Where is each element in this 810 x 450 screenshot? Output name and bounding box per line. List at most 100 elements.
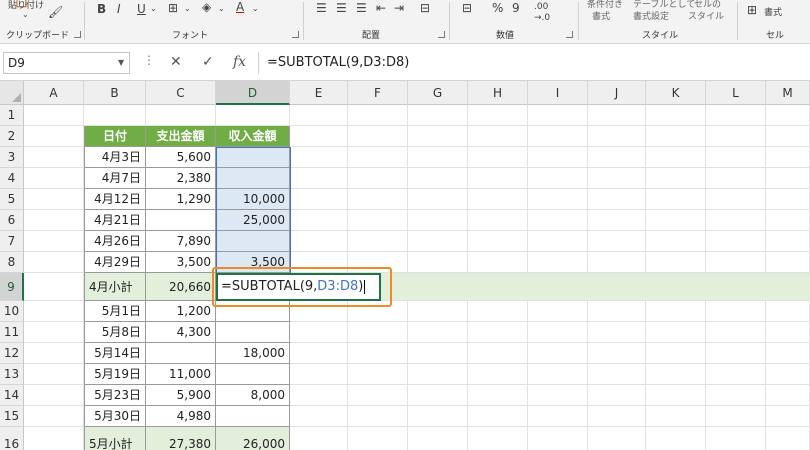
grid-cell[interactable] <box>348 231 408 252</box>
grid-cell[interactable] <box>646 126 706 147</box>
grid-cell[interactable] <box>766 427 810 450</box>
grid-cell[interactable] <box>766 385 810 406</box>
row-header-10[interactable]: 10 <box>0 301 24 322</box>
table-cell[interactable]: 5月1日 <box>84 301 146 322</box>
table-header-cell[interactable]: 支出金額 <box>146 126 216 147</box>
grid-cell[interactable] <box>468 168 528 189</box>
underline-button[interactable]: U <box>137 2 146 16</box>
grid-cell[interactable] <box>468 189 528 210</box>
grid-cell[interactable] <box>706 406 766 427</box>
indent-decrease-icon[interactable]: ⇤ <box>376 1 386 15</box>
grid-cell[interactable] <box>348 322 408 343</box>
currency-icon[interactable]: ⊟ <box>462 1 472 15</box>
grid-cell[interactable] <box>468 147 528 168</box>
table-cell[interactable] <box>146 343 216 364</box>
grid-cell[interactable] <box>290 406 348 427</box>
grid-cell[interactable] <box>290 427 348 450</box>
grid-cell[interactable] <box>706 343 766 364</box>
grid-cell[interactable] <box>588 252 646 273</box>
grid-cell[interactable] <box>24 343 84 364</box>
grid-cell[interactable] <box>766 126 810 147</box>
grid-cell[interactable] <box>528 231 588 252</box>
cancel-button[interactable]: ✕ <box>170 54 182 70</box>
cell-styles-button-line2[interactable]: スタイル <box>688 9 724 22</box>
clipboard-launcher-icon[interactable] <box>74 31 81 38</box>
table-cell[interactable]: 10,000 <box>216 189 290 210</box>
grid-cell[interactable] <box>588 189 646 210</box>
grid-cell[interactable] <box>766 252 810 273</box>
row-header-3[interactable]: 3 <box>0 147 24 168</box>
grid-cell[interactable] <box>408 343 468 364</box>
table-header-cell[interactable]: 収入金額 <box>216 126 290 147</box>
grid-cell[interactable] <box>766 210 810 231</box>
table-cell[interactable]: 3,500 <box>216 252 290 273</box>
grid-cell[interactable] <box>468 385 528 406</box>
grid-cell[interactable] <box>24 427 84 450</box>
grid-cell[interactable] <box>706 301 766 322</box>
grid-cell[interactable] <box>290 364 348 385</box>
grid-cell[interactable] <box>528 427 588 450</box>
grid-cell[interactable] <box>646 385 706 406</box>
grid-cell[interactable] <box>468 406 528 427</box>
grid-cell[interactable] <box>290 210 348 231</box>
grid-cell[interactable] <box>588 301 646 322</box>
table-cell[interactable]: 5,600 <box>146 147 216 168</box>
worksheet-grid[interactable]: ABCDEFGHIJKLM 12345678910111213141516 日付… <box>0 81 810 450</box>
grid-cell[interactable] <box>528 168 588 189</box>
row-header-8[interactable]: 8 <box>0 252 24 273</box>
grid-cell[interactable] <box>24 385 84 406</box>
grid-cell[interactable] <box>290 105 348 126</box>
chevron-down-icon[interactable]: ⌄ <box>150 2 157 16</box>
grid-cell[interactable] <box>348 301 408 322</box>
chevron-down-icon[interactable]: ⌄ <box>22 8 29 22</box>
table-cell[interactable]: 5月8日 <box>84 322 146 343</box>
grid-cell[interactable] <box>766 147 810 168</box>
grid-cell[interactable] <box>468 301 528 322</box>
grid-cell[interactable] <box>646 406 706 427</box>
alignment-launcher-icon[interactable] <box>438 31 445 38</box>
grid-cell[interactable] <box>348 147 408 168</box>
grid-cell[interactable] <box>468 364 528 385</box>
grid-cell[interactable] <box>528 126 588 147</box>
border-icon[interactable]: ⊞ <box>168 1 178 15</box>
grid-cell[interactable] <box>348 168 408 189</box>
grid-cell[interactable] <box>290 126 348 147</box>
italic-button[interactable]: I <box>117 2 121 16</box>
column-header-g[interactable]: G <box>408 81 468 105</box>
table-header-cell[interactable]: 日付 <box>84 126 146 147</box>
chevron-down-icon[interactable]: ⌄ <box>218 2 225 16</box>
grid-cell[interactable] <box>348 189 408 210</box>
more-options-icon[interactable]: ⋮ <box>143 53 155 67</box>
grid-cell[interactable] <box>24 105 84 126</box>
grid-cell[interactable] <box>348 105 408 126</box>
increase-decimal-button[interactable]: .00 <box>534 2 548 12</box>
grid-cell[interactable] <box>408 252 468 273</box>
table-cell[interactable]: 5月23日 <box>84 385 146 406</box>
grid-cell[interactable] <box>766 343 810 364</box>
row-header-16[interactable]: 16 <box>0 427 24 450</box>
grid-cell[interactable] <box>706 322 766 343</box>
grid-cell[interactable] <box>468 322 528 343</box>
grid-cell[interactable] <box>468 105 528 126</box>
enter-button[interactable]: ✓ <box>202 54 214 70</box>
grid-cell[interactable] <box>24 126 84 147</box>
table-cell[interactable]: 4月3日 <box>84 147 146 168</box>
column-header-m[interactable]: M <box>766 81 810 105</box>
grid-cell[interactable] <box>408 322 468 343</box>
grid-cell[interactable] <box>706 189 766 210</box>
grid-cell[interactable] <box>528 385 588 406</box>
column-header-a[interactable]: A <box>24 81 84 105</box>
grid-cell[interactable] <box>528 189 588 210</box>
table-cell[interactable]: 1,200 <box>146 301 216 322</box>
grid-cell[interactable] <box>528 364 588 385</box>
grid-cell[interactable] <box>408 385 468 406</box>
grid-cell[interactable] <box>588 364 646 385</box>
table-cell[interactable] <box>216 301 290 322</box>
row-header-7[interactable]: 7 <box>0 231 24 252</box>
grid-cell[interactable] <box>706 105 766 126</box>
table-cell[interactable]: 4,980 <box>146 406 216 427</box>
grid-cell[interactable] <box>468 231 528 252</box>
column-header-j[interactable]: J <box>588 81 646 105</box>
grid-cell[interactable] <box>706 126 766 147</box>
grid-cell[interactable] <box>408 406 468 427</box>
